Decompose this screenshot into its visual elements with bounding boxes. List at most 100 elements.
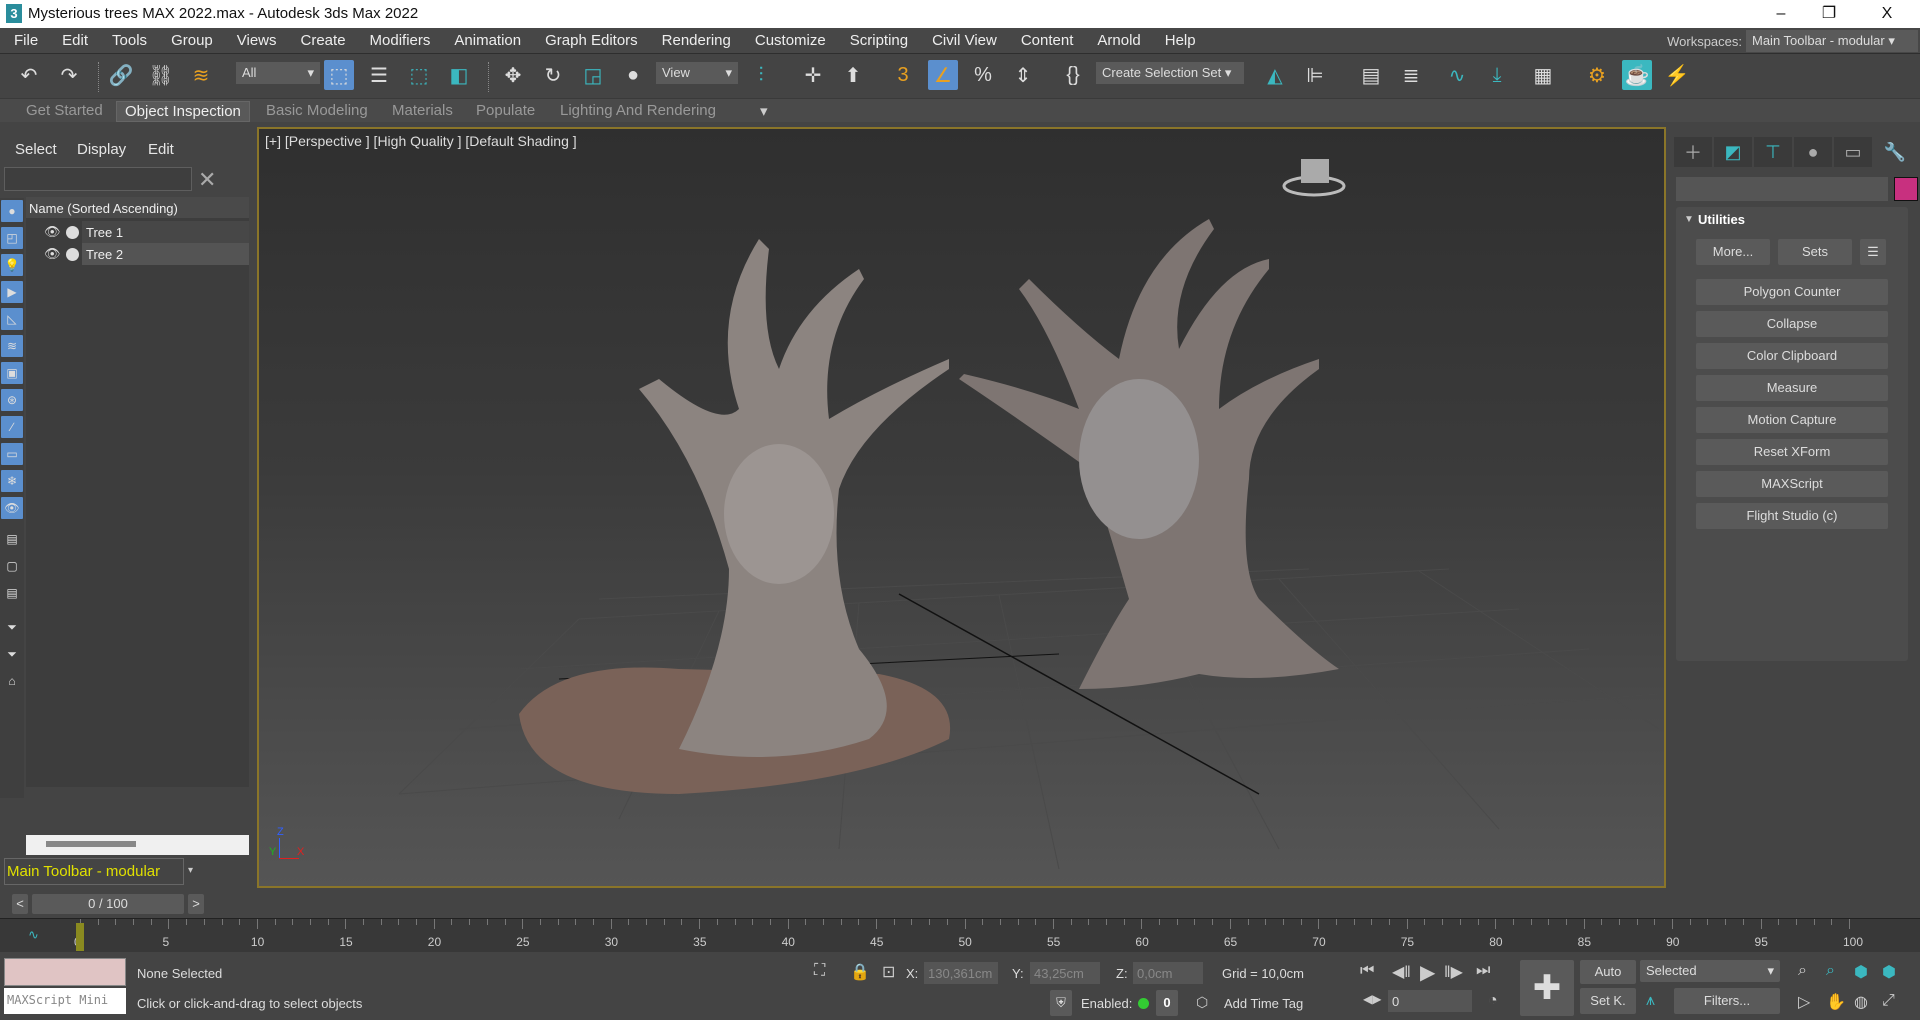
key-mode-icon[interactable]: ◀▶ [1363, 992, 1381, 1006]
select-by-name-icon[interactable]: ☰ [364, 60, 394, 90]
bind-space-warp-icon[interactable]: ≋ [186, 60, 216, 90]
play-icon[interactable]: ▶ [1420, 960, 1435, 985]
go-to-end-icon[interactable]: ⏭ [1476, 962, 1490, 980]
display-all-icon[interactable]: ▤ [1, 528, 23, 550]
align-icon[interactable]: ⊫ [1300, 60, 1330, 90]
absolute-mode-icon[interactable]: ⊡ [882, 962, 895, 982]
select-manipulate-icon[interactable]: ✛ [798, 60, 828, 90]
scene-explorer-icon[interactable]: ▤ [1356, 60, 1386, 90]
menu-modifiers[interactable]: Modifiers [370, 28, 431, 49]
enabled-count-badge[interactable]: 0 [1156, 990, 1178, 1016]
field-of-view-icon[interactable]: ▷ [1798, 992, 1810, 1012]
auto-key-button[interactable]: Auto [1580, 960, 1636, 984]
visibility-eye-icon[interactable]: 👁 [44, 246, 61, 262]
spinner-snap-icon[interactable]: ⇕ [1008, 60, 1038, 90]
close-button[interactable]: X [1864, 2, 1910, 26]
move-icon[interactable]: ✥ [498, 60, 528, 90]
redo-icon[interactable]: ↷ [54, 60, 84, 90]
menu-group[interactable]: Group [171, 28, 213, 49]
rendered-frame-window-icon[interactable]: ☕ [1622, 60, 1652, 90]
tab-basic-modeling[interactable]: Basic Modeling [258, 101, 376, 120]
time-configuration-icon[interactable]: ◔ [1488, 992, 1498, 1010]
configure-button-sets-icon[interactable]: ☰ [1860, 239, 1886, 265]
next-frame-button[interactable]: > [188, 894, 204, 914]
link-icon[interactable]: 🔗 [106, 60, 136, 90]
time-slider[interactable]: 0 / 100 [32, 894, 184, 914]
menu-create[interactable]: Create [301, 28, 346, 49]
key-filters-button[interactable]: Filters... [1674, 988, 1780, 1014]
item-name[interactable]: Tree 1 [82, 221, 249, 243]
menu-customize[interactable]: Customize [755, 28, 826, 49]
menu-scripting[interactable]: Scripting [850, 28, 908, 49]
set-key-icon[interactable]: ✚ [1520, 960, 1574, 1016]
filter-toggle-icon[interactable]: ⏷ [1, 616, 23, 638]
filter-lights-icon[interactable]: 💡 [1, 254, 23, 276]
go-to-start-icon[interactable]: ⏮ [1360, 962, 1374, 980]
undo-icon[interactable]: ↶ [14, 60, 44, 90]
menu-file[interactable]: File [14, 28, 38, 49]
filter-spacewarps-icon[interactable]: ≋ [1, 335, 23, 357]
display-tab-icon[interactable]: ▭ [1834, 137, 1872, 167]
menu-graph-editors[interactable]: Graph Editors [545, 28, 638, 49]
render-production-icon[interactable]: ⚡ [1662, 60, 1692, 90]
polygon-counter-button[interactable]: Polygon Counter [1696, 279, 1888, 305]
create-tab-icon[interactable]: ＋ [1674, 137, 1712, 167]
filter-shapes-icon[interactable]: ◰ [1, 227, 23, 249]
filter-funnel-icon[interactable]: ⏷ [1, 643, 23, 665]
zoom-all-icon[interactable]: ⌕ [1826, 962, 1835, 980]
tab-materials[interactable]: Materials [384, 101, 461, 120]
filter-geometry-icon[interactable]: ● [1, 200, 23, 222]
rollout-title[interactable]: Utilities [1698, 212, 1745, 227]
layer-icon[interactable]: ⌂ [1, 670, 23, 692]
filter-bones-icon[interactable]: ∕ [1, 416, 23, 438]
utilities-tab-icon[interactable]: 🔧 [1876, 137, 1914, 167]
prev-frame-button[interactable]: < [12, 894, 28, 914]
unlink-icon[interactable]: ⛓ [146, 60, 176, 90]
modify-tab-icon[interactable]: ◩ [1714, 137, 1752, 167]
schematic-view-icon[interactable]: ⤓ [1482, 60, 1512, 90]
set-key-button[interactable]: Set K. [1580, 988, 1636, 1014]
menu-help[interactable]: Help [1165, 28, 1196, 49]
object-color-swatch[interactable] [1894, 177, 1918, 201]
motion-tab-icon[interactable]: ● [1794, 137, 1832, 167]
selection-lock-icon[interactable]: 🔒 [850, 962, 870, 982]
filter-groups-icon[interactable]: ▣ [1, 362, 23, 384]
filter-containers-icon[interactable]: ▭ [1, 443, 23, 465]
pivot-center-icon[interactable]: ⫶ [746, 60, 776, 90]
add-time-tag-button[interactable]: Add Time Tag [1224, 996, 1303, 1011]
explorer-menu-display[interactable]: Display [77, 141, 126, 158]
pan-view-icon[interactable]: ✋ [1826, 992, 1846, 1012]
x-coordinate-field[interactable]: 130,361cm [924, 962, 998, 984]
maxscript-listener-output[interactable] [4, 958, 126, 986]
ribbon-options-icon[interactable]: ▾ [752, 101, 776, 121]
filter-cameras-icon[interactable]: ▶ [1, 281, 23, 303]
default-tangents-icon[interactable]: ⩚ [1646, 992, 1655, 1010]
key-filter-select[interactable]: Selected ▾ [1640, 960, 1780, 982]
maximize-viewport-icon[interactable]: ⤢ [1882, 992, 1895, 1010]
keyboard-shortcut-override-icon[interactable]: ⬆ [838, 60, 868, 90]
collapse-button[interactable]: Collapse [1696, 311, 1888, 337]
window-crossing-icon[interactable]: ◧ [444, 60, 474, 90]
zoom-extents-all-icon[interactable]: ⬢ [1882, 962, 1896, 982]
layer-explorer-icon[interactable]: ≣ [1396, 60, 1426, 90]
item-name[interactable]: Tree 2 [82, 243, 249, 265]
zoom-extents-icon[interactable]: ⬢ [1854, 962, 1868, 982]
tab-lighting-and-rendering[interactable]: Lighting And Rendering [552, 101, 724, 120]
menu-edit[interactable]: Edit [62, 28, 88, 49]
tab-object-inspection[interactable]: Object Inspection [116, 101, 250, 122]
measure-button[interactable]: Measure [1696, 375, 1888, 401]
collapse-triangle-icon[interactable]: ▼ [1684, 214, 1694, 225]
filter-helpers-icon[interactable]: ◺ [1, 308, 23, 330]
scene-item[interactable]: 👁 Tree 1 [26, 221, 249, 243]
more-button[interactable]: More... [1696, 239, 1770, 265]
percent-snap-icon[interactable]: % [968, 60, 998, 90]
maxscript-button[interactable]: MAXScript [1696, 471, 1888, 497]
minimize-button[interactable]: – [1758, 2, 1804, 26]
selection-filter-select[interactable]: All ▾ [236, 62, 320, 84]
material-editor-icon[interactable]: ▦ [1528, 60, 1558, 90]
curve-editor-icon[interactable]: ∿ [1442, 60, 1472, 90]
reset-xform-button[interactable]: Reset XForm [1696, 439, 1888, 465]
display-none-icon[interactable]: ▢ [1, 555, 23, 577]
scene-item[interactable]: 👁 Tree 2 [26, 243, 249, 265]
restore-button[interactable]: ❐ [1806, 2, 1852, 26]
